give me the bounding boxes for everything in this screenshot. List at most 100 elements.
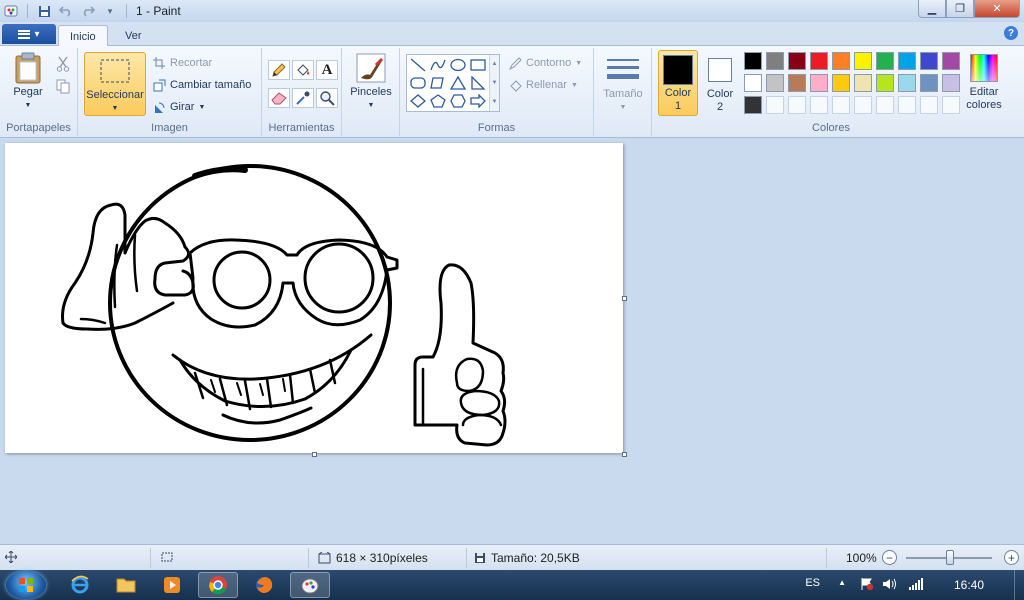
resize-handle-right[interactable] bbox=[622, 296, 627, 301]
palette-color-swatch[interactable] bbox=[788, 52, 806, 70]
oval-shape-icon[interactable] bbox=[449, 57, 467, 73]
crop-button[interactable]: Recortar bbox=[152, 54, 212, 72]
rotate-button[interactable]: Girar ▼ bbox=[152, 98, 205, 116]
palette-color-swatch[interactable] bbox=[832, 52, 850, 70]
expand-gallery-icon[interactable]: ▼ bbox=[492, 99, 498, 105]
taskbar-firefox[interactable] bbox=[244, 572, 284, 598]
taskbar-paint[interactable] bbox=[290, 572, 330, 598]
taskbar-internet-explorer[interactable] bbox=[60, 572, 100, 598]
fill-bucket-icon[interactable] bbox=[292, 60, 314, 80]
scroll-up-icon[interactable]: ▲ bbox=[492, 61, 498, 67]
help-icon[interactable]: ? bbox=[1004, 26, 1018, 40]
text-tool-icon[interactable]: A bbox=[316, 60, 338, 80]
color2-button[interactable]: Color 2 bbox=[700, 50, 740, 116]
paste-button[interactable]: Pegar ▼ bbox=[6, 52, 50, 112]
volume-icon[interactable] bbox=[882, 577, 898, 594]
save-icon[interactable] bbox=[35, 2, 53, 20]
shapes-scrollbar[interactable]: ▲ ▼ ▼ bbox=[489, 55, 499, 111]
drawing-canvas[interactable] bbox=[5, 143, 623, 453]
start-button[interactable] bbox=[6, 571, 46, 599]
zoom-out-button[interactable]: − bbox=[882, 550, 897, 565]
color1-button[interactable]: Color 1 bbox=[658, 50, 698, 116]
action-center-flag-icon[interactable] bbox=[860, 577, 874, 594]
show-desktop-button[interactable] bbox=[1014, 570, 1024, 600]
palette-color-swatch[interactable] bbox=[898, 52, 916, 70]
palette-color-swatch[interactable] bbox=[920, 74, 938, 92]
palette-color-swatch[interactable] bbox=[810, 52, 828, 70]
palette-custom-slot[interactable] bbox=[876, 96, 894, 114]
pencil-icon[interactable] bbox=[268, 60, 290, 80]
palette-color-swatch[interactable] bbox=[920, 52, 938, 70]
zoom-slider-thumb[interactable] bbox=[946, 550, 954, 565]
polygon-shape-icon[interactable] bbox=[429, 75, 447, 91]
palette-color-swatch[interactable] bbox=[942, 74, 960, 92]
size-button[interactable]: Tamaño ▼ bbox=[600, 54, 646, 114]
undo-icon[interactable] bbox=[57, 2, 75, 20]
maximize-button[interactable]: ❐ bbox=[946, 0, 974, 18]
paint-menu-button[interactable]: ▾ bbox=[2, 24, 56, 44]
brushes-button[interactable]: Pinceles ▼ bbox=[348, 52, 394, 112]
close-button[interactable]: ✕ bbox=[974, 0, 1020, 18]
palette-color-swatch[interactable] bbox=[744, 52, 762, 70]
network-signal-icon[interactable] bbox=[908, 577, 924, 594]
palette-custom-slot[interactable] bbox=[810, 96, 828, 114]
palette-color-swatch[interactable] bbox=[876, 52, 894, 70]
taskbar-explorer[interactable] bbox=[106, 572, 146, 598]
palette-color-swatch[interactable] bbox=[832, 74, 850, 92]
clock[interactable]: 16:40 bbox=[954, 578, 984, 592]
palette-color-swatch[interactable] bbox=[766, 52, 784, 70]
outline-button[interactable]: Contorno ▼ bbox=[508, 54, 582, 72]
cut-icon[interactable] bbox=[52, 54, 74, 74]
palette-color-swatch[interactable] bbox=[810, 74, 828, 92]
customize-qat-icon[interactable]: ▾ bbox=[101, 2, 119, 20]
taskbar-media-player[interactable] bbox=[152, 572, 192, 598]
palette-custom-slot[interactable] bbox=[942, 96, 960, 114]
tab-ver[interactable]: Ver bbox=[114, 25, 153, 47]
palette-color-swatch[interactable] bbox=[942, 52, 960, 70]
paint-app-icon[interactable] bbox=[2, 2, 20, 20]
resize-button[interactable]: Cambiar tamaño bbox=[152, 76, 251, 94]
pentagon-shape-icon[interactable] bbox=[429, 93, 447, 109]
resize-handle-corner[interactable] bbox=[622, 452, 627, 457]
color-picker-icon[interactable] bbox=[292, 88, 314, 108]
eraser-icon[interactable] bbox=[268, 88, 290, 108]
magnifier-icon[interactable] bbox=[316, 88, 338, 108]
taskbar-chrome[interactable] bbox=[198, 572, 238, 598]
fill-button[interactable]: Rellenar ▼ bbox=[508, 76, 578, 94]
palette-custom-slot[interactable] bbox=[920, 96, 938, 114]
curve-shape-icon[interactable] bbox=[429, 57, 447, 73]
hexagon-shape-icon[interactable] bbox=[449, 93, 467, 109]
palette-color-swatch[interactable] bbox=[744, 74, 762, 92]
tab-inicio[interactable]: Inicio bbox=[58, 25, 108, 47]
palette-color-swatch[interactable] bbox=[744, 96, 762, 114]
palette-color-swatch[interactable] bbox=[766, 74, 784, 92]
triangle-shape-icon[interactable] bbox=[449, 75, 467, 91]
palette-custom-slot[interactable] bbox=[788, 96, 806, 114]
line-shape-icon[interactable] bbox=[409, 57, 427, 73]
scroll-down-icon[interactable]: ▼ bbox=[492, 80, 498, 86]
show-hidden-icons-icon[interactable]: ▲ bbox=[838, 578, 846, 587]
group-label-herramientas: Herramientas bbox=[268, 122, 335, 134]
zoom-in-button[interactable]: + bbox=[1004, 550, 1019, 565]
palette-color-swatch[interactable] bbox=[854, 52, 872, 70]
palette-custom-slot[interactable] bbox=[898, 96, 916, 114]
minimize-button[interactable]: ▁ bbox=[918, 0, 946, 18]
palette-color-swatch[interactable] bbox=[788, 74, 806, 92]
redo-icon[interactable] bbox=[79, 2, 97, 20]
edit-colors-button[interactable]: Editar colores bbox=[962, 52, 1006, 112]
rectangle-shape-icon[interactable] bbox=[469, 57, 487, 73]
palette-custom-slot[interactable] bbox=[766, 96, 784, 114]
diamond-shape-icon[interactable] bbox=[409, 93, 427, 109]
select-button[interactable]: Seleccionar ▼ bbox=[84, 52, 146, 116]
palette-color-swatch[interactable] bbox=[876, 74, 894, 92]
palette-custom-slot[interactable] bbox=[832, 96, 850, 114]
language-indicator[interactable]: ES bbox=[805, 577, 820, 589]
palette-custom-slot[interactable] bbox=[854, 96, 872, 114]
copy-icon[interactable] bbox=[52, 76, 74, 96]
right-triangle-shape-icon[interactable] bbox=[469, 75, 487, 91]
resize-handle-bottom[interactable] bbox=[312, 452, 317, 457]
palette-color-swatch[interactable] bbox=[854, 74, 872, 92]
rounded-rectangle-shape-icon[interactable] bbox=[409, 75, 427, 91]
arrow-right-shape-icon[interactable] bbox=[469, 93, 487, 109]
palette-color-swatch[interactable] bbox=[898, 74, 916, 92]
